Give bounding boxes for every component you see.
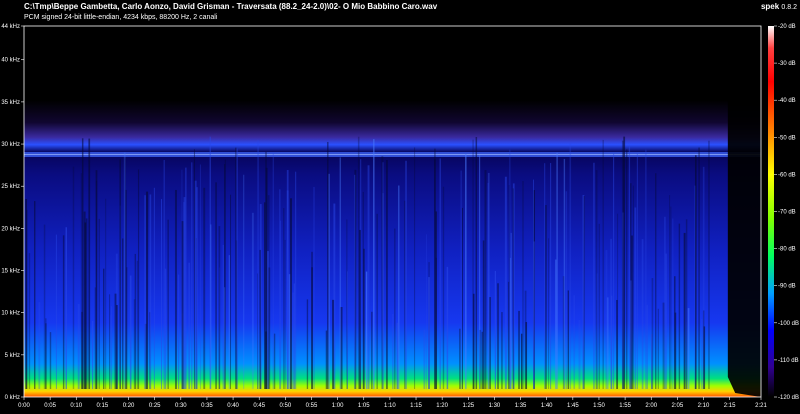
db-tick-label: -40 dB — [778, 98, 796, 104]
time-tick-label: 1:25 — [462, 403, 474, 409]
db-tick-label: -70 dB — [778, 210, 796, 216]
time-tick-label: 0:40 — [227, 403, 239, 409]
time-tick-label: 2:10 — [698, 403, 710, 409]
time-tick-label: 1:05 — [358, 403, 370, 409]
time-tick-label: 0:15 — [97, 403, 109, 409]
time-tick-label: 1:50 — [593, 403, 605, 409]
time-tick-label: 0:00 — [18, 403, 30, 409]
time-tick-label: 0:45 — [253, 403, 265, 409]
time-tick-label: 0:30 — [175, 403, 187, 409]
db-tick-label: -60 dB — [778, 172, 796, 178]
db-tick-label: -50 dB — [778, 135, 796, 141]
time-tick-label: 1:00 — [332, 403, 344, 409]
db-tick-label: -80 dB — [778, 247, 796, 253]
time-tick-label: 2:15 — [724, 403, 736, 409]
db-tick-label: -110 dB — [778, 358, 799, 364]
time-tick-label: 1:20 — [436, 403, 448, 409]
time-tick-label: 0:05 — [44, 403, 56, 409]
time-tick-label: 0:25 — [149, 403, 161, 409]
time-tick-label: 0:35 — [201, 403, 213, 409]
time-tick-label: 1:40 — [541, 403, 553, 409]
freq-tick-label: 25 kHz — [1, 184, 20, 190]
freq-tick-label: 35 kHz — [1, 100, 20, 106]
time-tick-label: 2:00 — [645, 403, 657, 409]
time-tick-label: 1:55 — [619, 403, 631, 409]
freq-tick-label: 44 kHz — [1, 24, 20, 30]
db-tick-label: -20 dB — [778, 24, 796, 30]
db-tick-label: -120 dB — [778, 395, 799, 401]
time-tick-label: 1:30 — [489, 403, 501, 409]
spectrogram-view: 44 kHz 40 kHz 35 kHz 30 kHz 25 kHz 20 kHz 15 k… — [1, 24, 799, 409]
db-scale: -20 dB -30 dB -40 dB -50 dB -60 dB -70 dB -80 … — [774, 24, 799, 401]
time-tick-label: 0:10 — [70, 403, 82, 409]
time-tick-label: 0:55 — [306, 403, 318, 409]
freq-tick-label: 40 kHz — [1, 58, 20, 64]
time-tick-label: 1:35 — [515, 403, 527, 409]
db-colorbar — [768, 26, 774, 397]
frequency-axis: 44 kHz 40 kHz 35 kHz 30 kHz 25 kHz 20 kHz 15 k… — [1, 24, 24, 401]
time-tick-label: 1:45 — [567, 403, 579, 409]
freq-tick-label: 5 kHz — [5, 353, 20, 359]
freq-tick-label: 15 kHz — [1, 269, 20, 275]
db-tick-label: -100 dB — [778, 321, 799, 327]
time-tick-label: 0:20 — [123, 403, 135, 409]
freq-tick-label: 0 kHz — [5, 395, 20, 401]
db-tick-label: -90 dB — [778, 284, 796, 290]
time-tick-label: 2:05 — [672, 403, 684, 409]
time-tick-label: 2:21 — [755, 403, 767, 409]
spectrogram-image — [24, 26, 761, 397]
freq-tick-label: 20 kHz — [1, 226, 20, 232]
time-axis: 0:00 0:05 0:10 0:15 0:20 0:25 0:30 0:35 0:40 0:45… — [18, 397, 767, 409]
db-tick-label: -30 dB — [778, 61, 796, 67]
time-tick-label: 1:10 — [384, 403, 396, 409]
freq-tick-label: 10 kHz — [1, 311, 20, 317]
time-tick-label: 0:50 — [280, 403, 292, 409]
time-tick-label: 1:15 — [410, 403, 422, 409]
freq-tick-label: 30 kHz — [1, 142, 20, 148]
